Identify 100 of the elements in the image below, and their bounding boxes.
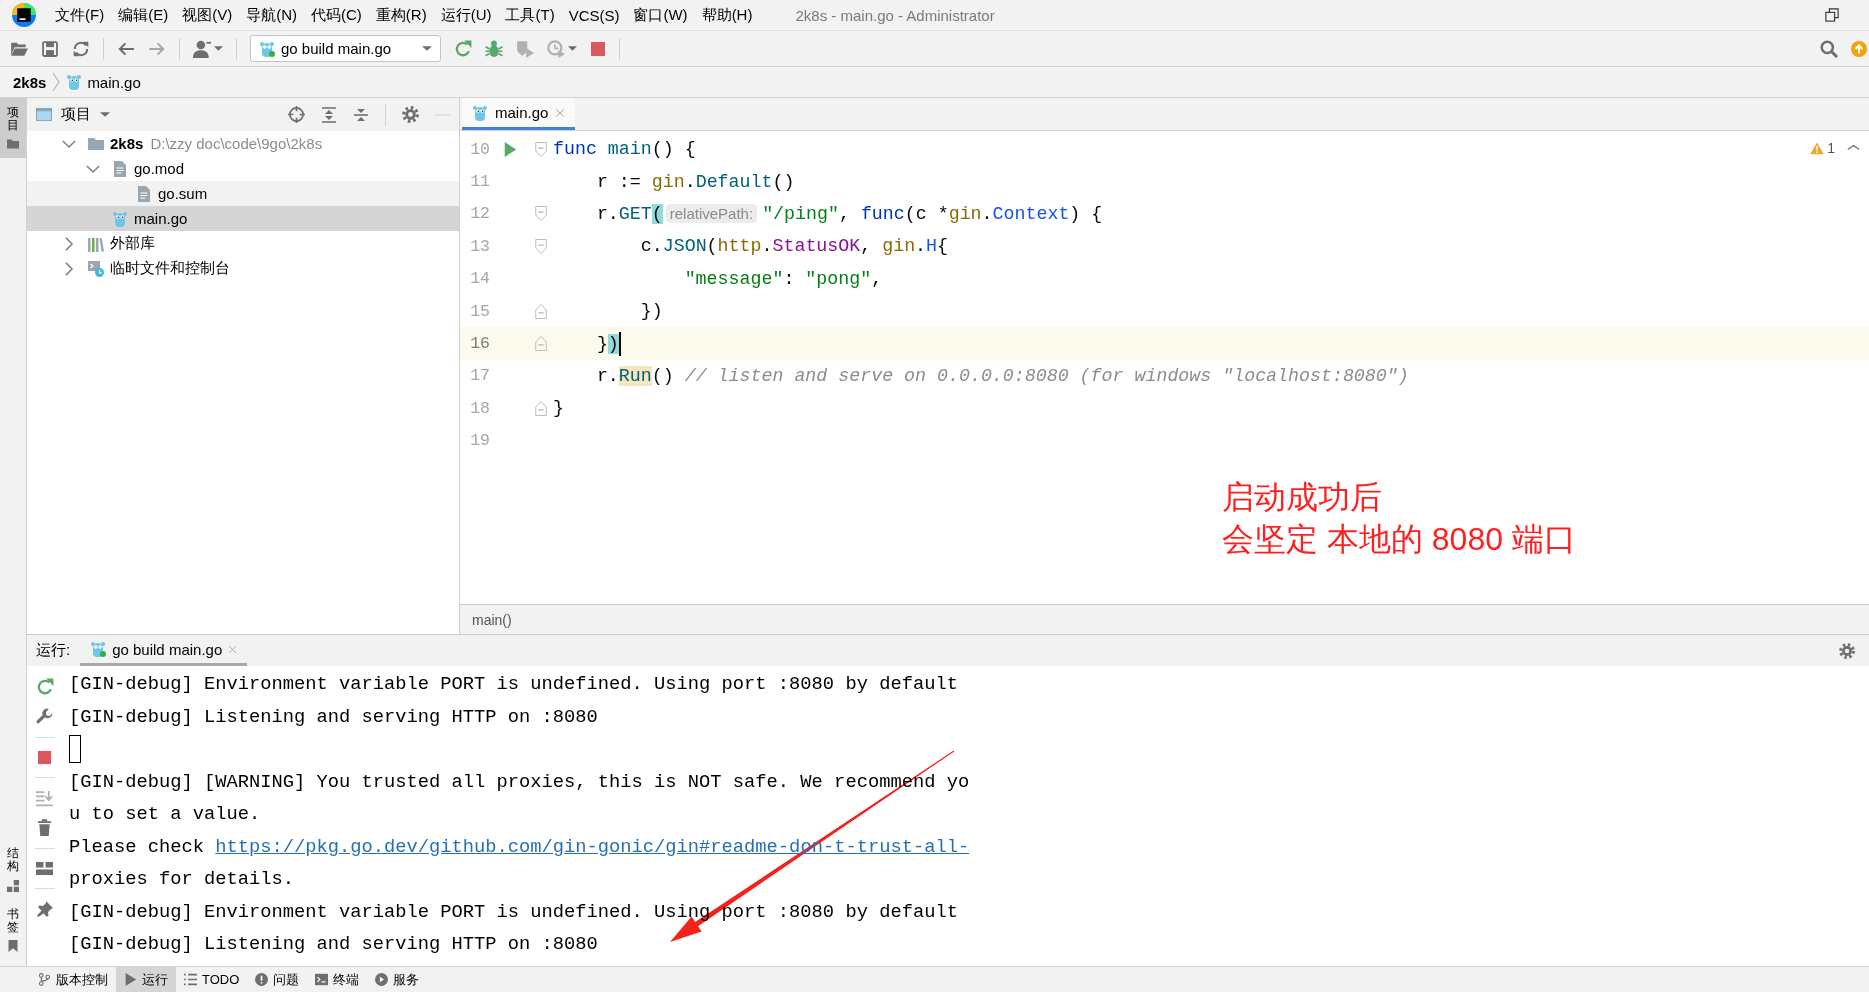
menu-item[interactable]: 文件(F) [48, 5, 112, 25]
code-line: }) [639, 301, 663, 322]
gopher-icon [472, 104, 488, 121]
structure-icon [7, 879, 19, 892]
annotation-text: 启动成功后 [1222, 478, 1382, 517]
trash-icon[interactable] [37, 819, 52, 836]
code-line: r.Run() // listen and serve on 0.0.0.0:8080 (for windows "localhost:8080") [595, 365, 1409, 386]
save-icon[interactable] [41, 39, 59, 58]
wrench-icon[interactable] [36, 708, 53, 725]
tool-window-button[interactable]: 问题 [247, 967, 308, 992]
console-line: [GIN-debug] Environment variable PORT is undefined. Using port :8080 by default [69, 899, 958, 925]
editor-tab[interactable]: main.go [462, 98, 576, 130]
gopher-icon [90, 641, 107, 657]
breadcrumb-item[interactable]: main.go [66, 73, 141, 91]
tool-window-tab[interactable]: 结构 [0, 839, 26, 900]
console-line: [GIN-debug] Listening and serving HTTP on :8080 [69, 704, 598, 730]
code-line: r.GET( relativePath: "/ping", func(c *gin.Context) { [595, 203, 1103, 224]
tree-item[interactable]: go.mod [27, 156, 459, 181]
user-icon[interactable] [193, 39, 211, 58]
menu-item[interactable]: 运行(U) [433, 5, 499, 25]
line-number: 18 [469, 398, 490, 418]
window-title: 2k8s - main.go - Administrator [795, 6, 995, 24]
menu-item[interactable]: 工具(T) [498, 5, 562, 25]
tool-window-button[interactable]: 终端 [307, 967, 368, 992]
tree-item[interactable]: 临时文件和控制台 [27, 256, 459, 281]
menu-item[interactable]: 导航(N) [239, 5, 304, 25]
fold-marker-icon[interactable] [534, 238, 548, 254]
warning-indicator[interactable]: 1 [1810, 140, 1835, 156]
stop-icon[interactable] [37, 750, 52, 765]
close-icon[interactable] [555, 107, 566, 118]
tree-item[interactable]: go.sum [27, 181, 459, 206]
view-dropdown[interactable]: 项目 [36, 105, 110, 124]
menu-item[interactable]: VCS(S) [561, 6, 627, 24]
run-config-dropdown[interactable]: go build main.go [250, 35, 441, 62]
line-number: 17 [469, 366, 490, 386]
tool-window-button[interactable]: 版本控制 [30, 967, 116, 992]
bug-icon[interactable] [485, 39, 503, 58]
books-icon [88, 235, 104, 252]
arrow-circle-icon[interactable] [1851, 40, 1867, 57]
stop-icon[interactable] [590, 40, 606, 57]
run-tab[interactable]: go build main.go [80, 635, 248, 666]
code-line: }) [595, 333, 619, 354]
tool-window-button[interactable]: TODO [176, 967, 248, 992]
line-number: 13 [469, 236, 490, 256]
console-line: [GIN-debug] Environment variable PORT is undefined. Using port :8080 by default [69, 672, 958, 697]
expand-all-icon[interactable] [321, 106, 337, 123]
pin-icon[interactable] [36, 901, 53, 917]
menu-item[interactable]: 编辑(E) [111, 5, 176, 25]
annotation-text: 会坚定 本地的 8080 端口 [1222, 520, 1576, 559]
tree-item[interactable]: 2k8s D:\zzy doc\code\9go\2k8s [27, 131, 459, 156]
fold-marker-icon[interactable] [534, 141, 548, 157]
menu-item[interactable]: 重构(R) [368, 5, 434, 25]
fold-marker-icon[interactable] [534, 303, 548, 319]
line-number: 10 [469, 139, 490, 159]
caret-down-icon[interactable] [214, 45, 223, 52]
input-cursor[interactable] [69, 735, 81, 764]
search-icon[interactable] [1820, 39, 1838, 58]
rerun-icon[interactable] [35, 678, 54, 696]
breadcrumb-item[interactable]: 2k8s [13, 73, 47, 91]
tool-window-tab[interactable]: 书签 [0, 899, 26, 960]
window-icon [36, 107, 52, 122]
menu-item[interactable]: 代码(C) [304, 5, 369, 25]
menu-item[interactable]: 帮助(H) [694, 5, 760, 25]
breadcrumb-item[interactable]: main() [472, 611, 512, 628]
settings-icon[interactable] [402, 106, 419, 123]
layout-icon[interactable] [36, 861, 53, 876]
console-line: u to set a value. [69, 802, 261, 827]
menu-item[interactable]: 视图(V) [175, 5, 240, 25]
folder-icon [7, 138, 19, 151]
tool-window-button[interactable]: 运行 [116, 967, 176, 992]
tree-item[interactable]: main.go [27, 206, 459, 231]
caret-down-icon[interactable] [568, 45, 577, 52]
rerun-icon[interactable] [454, 39, 472, 58]
restore-window-icon[interactable] [1825, 8, 1839, 22]
line-number: 11 [469, 172, 490, 192]
fold-marker-icon[interactable] [534, 400, 548, 416]
console-line: [GIN-debug] Listening and serving HTTP on :8080 [69, 932, 598, 957]
tool-window-tab[interactable]: 项目 [0, 98, 26, 159]
sync-icon[interactable] [72, 39, 90, 58]
menu-item[interactable]: 窗口(W) [626, 5, 695, 25]
chevron-up-icon[interactable] [1847, 143, 1860, 152]
close-icon[interactable] [228, 644, 238, 654]
tool-window-button[interactable]: 服务 [367, 967, 428, 992]
fold-marker-icon[interactable] [534, 206, 548, 222]
collapse-all-icon[interactable] [353, 106, 369, 123]
console-line: proxies for details. [69, 867, 295, 892]
chevron-right-icon [52, 73, 61, 91]
app-logo-icon [12, 3, 36, 27]
panel-label: 运行: [36, 641, 71, 660]
tree-item[interactable]: 外部库 [27, 231, 459, 256]
scroll-to-end-icon[interactable] [36, 790, 53, 807]
line-number: 15 [469, 301, 490, 321]
exclamation-circle-icon [255, 973, 269, 986]
run-icon[interactable] [503, 141, 517, 157]
caret-down-icon [422, 45, 432, 52]
locate-icon[interactable] [288, 106, 305, 123]
fold-marker-icon[interactable] [534, 336, 548, 352]
settings-icon[interactable] [1839, 642, 1855, 659]
bookmark-icon [7, 940, 19, 952]
folder-icon [88, 135, 104, 152]
